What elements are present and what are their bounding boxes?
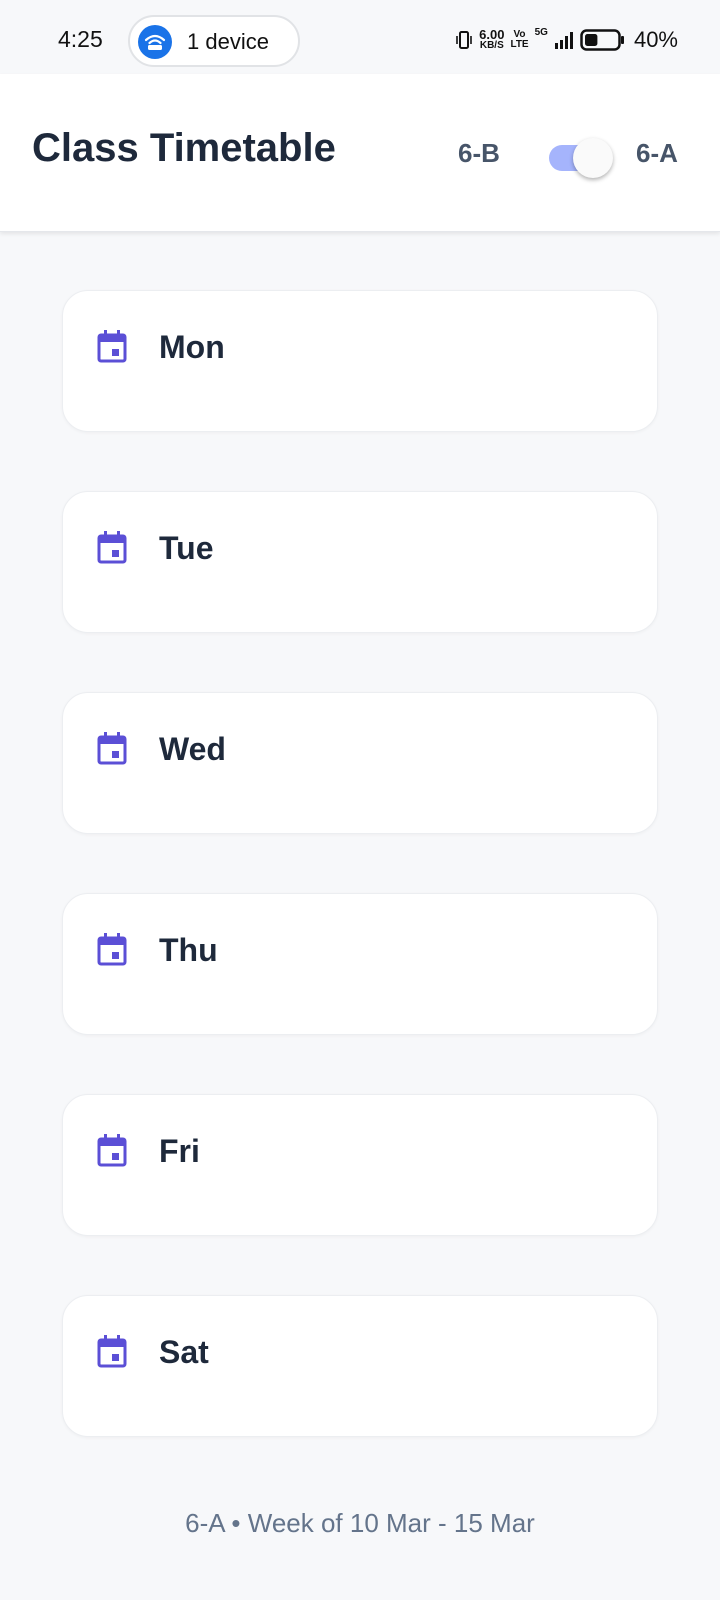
class-6a-label: 6-A — [636, 138, 678, 168]
week-footer: 6-A • Week of 10 Mar - 15 Mar — [185, 1508, 535, 1538]
day-label: Tue — [159, 530, 214, 566]
status-time: 4:25 — [58, 26, 103, 52]
hotspot-chip[interactable]: 1 device — [128, 15, 300, 67]
day-card-fri[interactable]: Fri — [62, 1094, 658, 1236]
day-card-tue[interactable]: Tue — [62, 491, 658, 633]
signal-icon — [554, 32, 573, 49]
status-bar: 4:25 1 device 6.00 KB/S Vo LTE 5G 40% — [0, 0, 720, 74]
battery-percent: 40% — [633, 27, 678, 52]
status-icons: 6.00 KB/S Vo LTE 5G 40% — [455, 25, 678, 55]
day-label: Mon — [159, 329, 225, 365]
day-card-thu[interactable]: Thu — [62, 893, 658, 1035]
calendar-icon — [97, 1134, 127, 1167]
day-label: Fri — [159, 1133, 200, 1169]
day-label: Sat — [159, 1334, 209, 1370]
hotspot-icon — [138, 25, 172, 59]
hotspot-label: 1 device — [187, 29, 269, 54]
calendar-icon — [97, 330, 127, 363]
vibrate-icon — [456, 31, 472, 49]
day-label: Wed — [159, 731, 226, 767]
day-card-sat[interactable]: Sat — [62, 1295, 658, 1437]
day-card-mon[interactable]: Mon — [62, 290, 658, 432]
app-header: Class Timetable 6-B 6-A — [0, 74, 720, 232]
class-toggle[interactable] — [549, 134, 613, 178]
speed-unit: KB/S — [479, 40, 504, 51]
day-card-wed[interactable]: Wed — [62, 692, 658, 834]
calendar-icon — [97, 1335, 127, 1368]
speed-value: 6.00 — [479, 27, 505, 42]
network-speed: 6.00 KB/S — [479, 27, 505, 51]
class-6b-label: 6-B — [458, 138, 500, 168]
day-label: Thu — [159, 932, 218, 968]
battery-icon — [580, 29, 624, 51]
calendar-icon — [97, 531, 127, 564]
volte-bottom: LTE — [510, 39, 529, 50]
toggle-thumb — [573, 138, 613, 178]
network-type: 5G — [534, 27, 548, 38]
page-title: Class Timetable — [32, 126, 336, 170]
calendar-icon — [97, 933, 127, 966]
calendar-icon — [97, 732, 127, 765]
volte-indicator: Vo LTE — [510, 30, 528, 50]
